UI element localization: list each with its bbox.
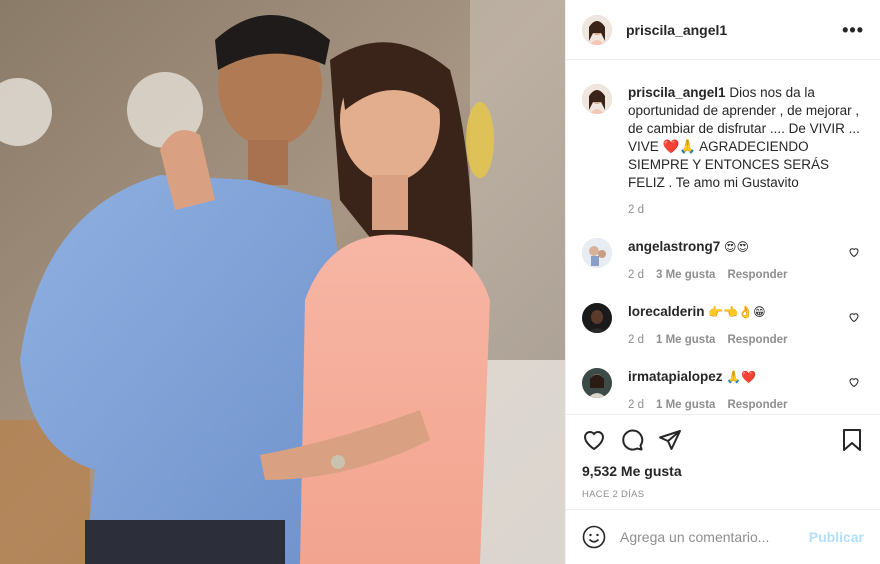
comment-like-count[interactable]: 3 Me gusta — [656, 269, 715, 281]
comment-username[interactable]: lorecalderin — [628, 304, 705, 319]
post-actions: 9,532 Me gusta HACE 2 DÍAS — [566, 414, 880, 509]
comment-text: 🙏❤️ — [726, 370, 757, 384]
post-sidebar: priscila_angel1 ••• priscila_angel1 Dios… — [565, 0, 880, 564]
save-bookmark-icon[interactable] — [840, 428, 864, 452]
couple-photo-illustration — [0, 0, 565, 564]
comment-time[interactable]: 2 d — [628, 399, 644, 411]
reply-button[interactable]: Responder — [727, 334, 787, 346]
comment-text: 😍😍 — [724, 240, 750, 254]
comment-item: lorecalderin 👉👈👌😁 2 d 1 Me gusta Respond… — [582, 303, 864, 346]
comment-item: angelastrong7 😍😍 2 d 3 Me gusta Responde… — [582, 238, 864, 281]
commenter-avatar[interactable] — [582, 368, 612, 398]
reply-button[interactable]: Responder — [727, 399, 787, 411]
caption-author-avatar[interactable] — [582, 84, 612, 114]
reply-button[interactable]: Responder — [727, 269, 787, 281]
post-modal: priscila_angel1 ••• priscila_angel1 Dios… — [0, 0, 880, 564]
caption-time: 2 d — [628, 204, 644, 216]
comment-composer: Publicar — [566, 509, 880, 564]
publish-button[interactable]: Publicar — [809, 529, 864, 545]
post-caption: priscila_angel1 Dios nos da la oportunid… — [582, 84, 864, 192]
post-timestamp[interactable]: HACE 2 DÍAS — [582, 489, 864, 500]
comment-like-count[interactable]: 1 Me gusta — [656, 334, 715, 346]
author-username[interactable]: priscila_angel1 — [626, 22, 727, 38]
like-comment-heart-icon[interactable] — [848, 311, 860, 323]
like-comment-heart-icon[interactable] — [848, 246, 860, 258]
like-count[interactable]: 9,532 Me gusta — [582, 463, 864, 479]
comment-time[interactable]: 2 d — [628, 334, 644, 346]
emoji-smiley-icon[interactable] — [582, 525, 606, 549]
share-send-icon[interactable] — [658, 428, 682, 452]
caption-author[interactable]: priscila_angel1 — [628, 85, 726, 100]
comment-like-count[interactable]: 1 Me gusta — [656, 399, 715, 411]
caption-text-block: priscila_angel1 Dios nos da la oportunid… — [628, 84, 864, 192]
comment-time[interactable]: 2 d — [628, 269, 644, 281]
post-photo[interactable] — [0, 0, 565, 564]
comments-list: priscila_angel1 Dios nos da la oportunid… — [566, 60, 880, 414]
comment-text: 👉👈👌😁 — [708, 305, 766, 319]
like-comment-heart-icon[interactable] — [848, 376, 860, 388]
post-header: priscila_angel1 ••• — [566, 0, 880, 60]
comment-item: irmatapialopez 🙏❤️ 2 d 1 Me gusta Respon… — [582, 368, 864, 411]
caption-text: Dios nos da la oportunidad de aprender ,… — [628, 85, 860, 190]
like-heart-icon[interactable] — [582, 428, 606, 452]
comment-bubble-icon[interactable] — [620, 428, 644, 452]
commenter-avatar[interactable] — [582, 238, 612, 268]
comment-username[interactable]: angelastrong7 — [628, 239, 720, 254]
more-options-icon[interactable]: ••• — [842, 21, 864, 39]
comment-input[interactable] — [618, 528, 809, 546]
commenter-avatar[interactable] — [582, 303, 612, 333]
comment-username[interactable]: irmatapialopez — [628, 369, 723, 384]
author-avatar[interactable] — [582, 14, 612, 45]
